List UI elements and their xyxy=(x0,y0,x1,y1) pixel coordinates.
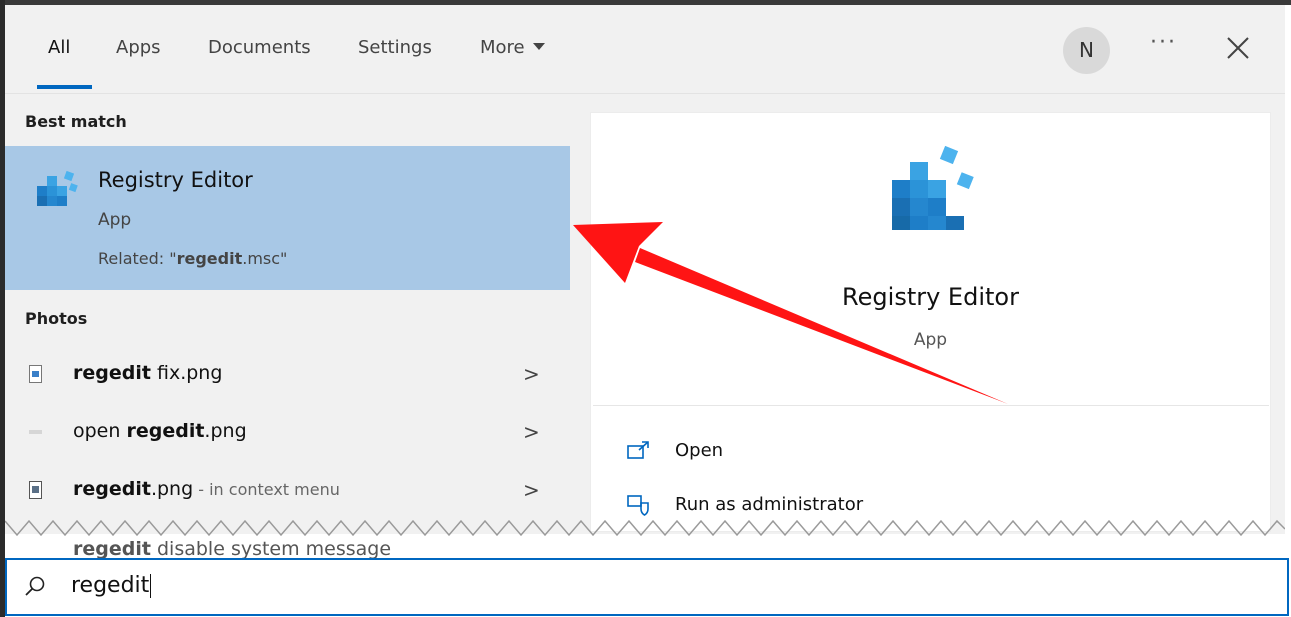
registry-editor-large-icon xyxy=(892,145,974,230)
match-text: regedit xyxy=(126,420,205,442)
name-rest: fix.png xyxy=(150,362,223,384)
best-match-heading: Best match xyxy=(25,112,127,131)
open-action[interactable]: Open xyxy=(626,440,723,461)
list-item[interactable]: regedit.png - in context menu > xyxy=(5,464,570,518)
tab-more[interactable]: More xyxy=(480,37,545,58)
search-input[interactable]: regedit xyxy=(71,573,152,598)
more-options-button[interactable]: ··· xyxy=(1150,30,1177,55)
search-query: regedit xyxy=(71,573,150,598)
photo-result-label: regedit fix.png xyxy=(73,362,222,384)
image-file-icon xyxy=(29,365,42,383)
shield-icon xyxy=(627,495,649,516)
open-icon xyxy=(627,441,649,459)
preview-title: Registry Editor xyxy=(842,283,1019,311)
chevron-right-icon[interactable]: > xyxy=(523,420,540,444)
photo-result-label: regedit.png - in context menu xyxy=(73,478,340,500)
list-item[interactable]: regedit fix.png > xyxy=(5,348,570,402)
image-file-icon xyxy=(29,430,42,434)
context-note: - in context menu xyxy=(193,480,340,499)
best-match-title: Registry Editor xyxy=(98,168,253,192)
best-match-result[interactable]: Registry Editor App Related: "regedit.ms… xyxy=(5,146,570,290)
best-match-related: Related: "regedit.msc" xyxy=(98,249,287,268)
best-match-type: App xyxy=(98,210,132,230)
related-match: regedit xyxy=(176,249,243,268)
tab-more-label: More xyxy=(480,37,525,58)
search-box[interactable]: regedit xyxy=(5,558,1289,616)
match-text: regedit xyxy=(73,478,151,500)
name-rest: .png xyxy=(150,478,194,500)
name-rest: .png xyxy=(204,420,247,442)
preview-divider xyxy=(593,405,1269,406)
chevron-right-icon[interactable]: > xyxy=(523,478,540,502)
user-avatar[interactable]: N xyxy=(1063,27,1110,74)
name-prefix: open xyxy=(73,420,127,442)
related-suffix: .msc" xyxy=(242,249,288,268)
run-as-admin-label: Run as administrator xyxy=(675,494,864,515)
preview-type: App xyxy=(913,330,948,350)
list-item[interactable]: open regedit.png > xyxy=(5,406,570,460)
chevron-right-icon[interactable]: > xyxy=(523,362,540,386)
tab-documents[interactable]: Documents xyxy=(208,37,311,58)
tab-all[interactable]: All xyxy=(48,37,70,58)
photos-heading: Photos xyxy=(25,309,88,328)
photo-result-label: open regedit.png xyxy=(73,420,247,442)
related-prefix: Related: " xyxy=(98,249,177,268)
open-label: Open xyxy=(675,440,724,461)
image-file-icon xyxy=(29,481,42,499)
tab-apps[interactable]: Apps xyxy=(116,37,161,58)
active-tab-indicator xyxy=(37,85,92,89)
registry-editor-icon xyxy=(37,170,78,206)
run-as-admin-action[interactable]: Run as administrator xyxy=(626,494,863,516)
torn-edge-divider xyxy=(5,519,1285,537)
tab-settings[interactable]: Settings xyxy=(358,37,432,58)
close-icon[interactable] xyxy=(1225,35,1251,61)
text-cursor xyxy=(150,574,152,598)
match-text: regedit xyxy=(73,362,151,384)
caret-down-icon xyxy=(532,42,545,50)
search-icon xyxy=(25,576,45,596)
